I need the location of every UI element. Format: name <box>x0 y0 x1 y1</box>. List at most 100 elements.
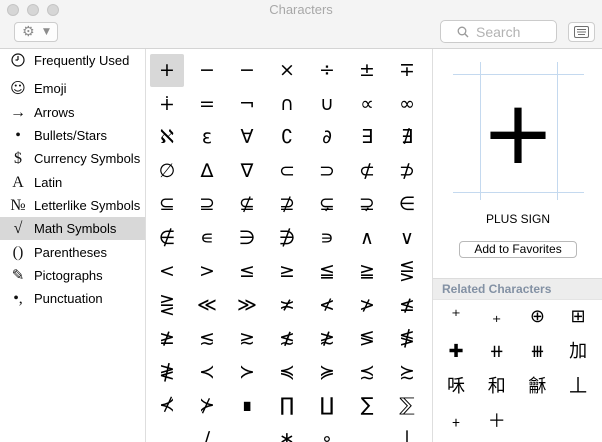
character-cell[interactable]: ∎ <box>230 389 264 422</box>
character-cell[interactable]: ∃ <box>350 121 384 154</box>
character-cell[interactable]: ≯ <box>350 289 384 322</box>
sidebar-item-letterlike-symbols[interactable]: № Letterlike Symbols <box>0 194 145 217</box>
character-cell[interactable]: ≸ <box>390 322 424 355</box>
related-character-cell[interactable]: ＋ <box>479 405 515 439</box>
character-cell[interactable]: < <box>150 255 184 288</box>
character-cell[interactable]: ⊅ <box>390 155 424 188</box>
character-cell[interactable]: ⊁ <box>190 389 224 422</box>
character-cell[interactable]: ≮ <box>310 289 344 322</box>
related-character-cell[interactable]: ₊ <box>479 300 515 334</box>
character-cell[interactable]: ⊂ <box>270 155 304 188</box>
character-cell[interactable]: ≥ <box>270 255 304 288</box>
character-cell[interactable]: + <box>150 54 184 87</box>
character-cell[interactable]: ≽ <box>310 356 344 389</box>
sidebar-item-arrows[interactable]: → Arrows <box>0 101 145 124</box>
related-character-cell[interactable]: 加 <box>560 335 596 369</box>
related-character-cell[interactable]: ﹢ <box>438 405 474 439</box>
sidebar-item-math-symbols[interactable]: √ Math Symbols <box>0 217 145 240</box>
character-cell[interactable]: ⊃ <box>310 155 344 188</box>
character-cell[interactable]: ⊈ <box>230 188 264 221</box>
character-cell[interactable]: ≵ <box>310 322 344 355</box>
character-cell[interactable]: − <box>190 54 224 87</box>
character-cell[interactable]: ⊋ <box>350 188 384 221</box>
related-character-cell[interactable]: 丄 <box>560 370 596 404</box>
character-cell[interactable]: ≲ <box>190 322 224 355</box>
related-character-cell[interactable]: ⧺ <box>479 335 515 369</box>
character-cell[interactable]: ≻ <box>230 356 264 389</box>
character-cell[interactable]: ∪ <box>310 88 344 121</box>
character-cell[interactable]: ε <box>190 121 224 154</box>
character-cell[interactable]: ∐ <box>310 389 344 422</box>
character-cell[interactable]: ∂ <box>310 121 344 154</box>
related-character-cell[interactable]: 咊 <box>438 370 474 404</box>
sidebar-item-bullets-stars[interactable]: • Bullets/Stars <box>0 124 145 147</box>
character-cell[interactable]: ± <box>350 54 384 87</box>
character-cell[interactable]: ∗ <box>270 423 304 442</box>
character-cell[interactable]: ∈ <box>390 188 424 221</box>
character-cell[interactable]: ∕ <box>190 423 224 442</box>
related-character-cell[interactable]: ⊞ <box>560 300 596 334</box>
related-character-cell[interactable]: 和 <box>479 370 515 404</box>
character-cell[interactable]: ∧ <box>350 222 384 255</box>
character-cell[interactable]: ∩ <box>270 88 304 121</box>
character-cell[interactable]: ¬ <box>230 88 264 121</box>
character-cell[interactable]: ≳ <box>230 322 264 355</box>
sidebar-item-punctuation[interactable]: •, Punctuation <box>0 287 145 310</box>
character-cell[interactable]: ≭ <box>270 289 304 322</box>
character-cell[interactable]: ∉ <box>150 222 184 255</box>
related-character-cell[interactable]: ⧻ <box>519 335 555 369</box>
sidebar-item-latin[interactable]: A Latin <box>0 171 145 194</box>
character-cell[interactable]: ÷ <box>310 54 344 87</box>
search-field[interactable] <box>440 20 557 43</box>
character-cell[interactable]: ⊇ <box>190 188 224 221</box>
character-cell[interactable]: ∋ <box>230 222 264 255</box>
character-cell[interactable]: ⊄ <box>350 155 384 188</box>
related-character-cell[interactable]: 龢 <box>519 370 555 404</box>
character-cell[interactable]: ∆ <box>190 155 224 188</box>
character-cell[interactable]: = <box>190 88 224 121</box>
character-cell[interactable]: ≶ <box>350 322 384 355</box>
character-cell[interactable]: ≾ <box>350 356 384 389</box>
character-cell[interactable]: ≺ <box>190 356 224 389</box>
character-cell[interactable]: ∏ <box>270 389 304 422</box>
character-cell[interactable]: ⊊ <box>310 188 344 221</box>
search-input[interactable] <box>476 23 552 40</box>
character-cell[interactable]: ⅀ <box>390 389 424 422</box>
character-cell[interactable]: × <box>270 54 304 87</box>
character-cell[interactable]: ∣ <box>390 423 424 442</box>
character-cell[interactable]: ∨ <box>390 222 424 255</box>
related-character-cell[interactable]: ✚ <box>438 335 474 369</box>
character-cell[interactable]: ∀ <box>230 121 264 154</box>
character-cell[interactable]: ≼ <box>270 356 304 389</box>
sidebar-item-pictographs[interactable]: ✎ Pictographs <box>0 264 145 287</box>
character-cell[interactable]: ≰ <box>390 289 424 322</box>
related-character-cell[interactable]: ⊕ <box>519 300 555 334</box>
character-cell[interactable]: ∝ <box>350 88 384 121</box>
sidebar-item-frequently-used[interactable]: Frequently Used <box>0 49 145 72</box>
character-cell[interactable]: − <box>230 54 264 87</box>
character-cell[interactable]: ∘ <box>310 423 344 442</box>
character-cell[interactable]: ∄ <box>390 121 424 154</box>
character-cell[interactable]: ∓ <box>390 54 424 87</box>
character-cell[interactable]: ≴ <box>270 322 304 355</box>
character-cell[interactable]: ≫ <box>230 289 264 322</box>
sidebar-item-currency-symbols[interactable]: $ Currency Symbols <box>0 147 145 170</box>
character-cell[interactable]: ⋛ <box>150 289 184 322</box>
action-menu-button[interactable]: ⚙ ▼ <box>14 22 58 42</box>
character-grid[interactable]: + − − × ÷ ± ∓ ∔ = ¬ ∩ ∪ ∝ ∞ ℵ ε ∀ ∁ ∂ ∃ ∄ ∅ ∆ ∇ ⊂ ⊃ ⊄ ⊅ ⊆ ⊇ ⊈ ⊉ ⊊ ⊋ ∈ ∉ ∊ ∋ ∌ ∍… <box>146 49 432 442</box>
add-to-favorites-button[interactable]: Add to Favorites <box>459 241 577 258</box>
character-cell[interactable]: ⋚ <box>390 255 424 288</box>
character-cell[interactable]: ≦ <box>310 255 344 288</box>
character-cell[interactable]: ∍ <box>310 222 344 255</box>
keyboard-viewer-button[interactable] <box>568 22 595 42</box>
sidebar-item-emoji[interactable]: ☺ Emoji <box>0 77 145 100</box>
character-cell[interactable]: ≧ <box>350 255 384 288</box>
character-cell[interactable]: ⊆ <box>150 188 184 221</box>
character-cell[interactable]: ∇ <box>230 155 264 188</box>
character-cell[interactable]: ∑ <box>350 389 384 422</box>
character-cell[interactable]: ⊉ <box>270 188 304 221</box>
character-cell[interactable]: ≿ <box>390 356 424 389</box>
character-cell[interactable]: ∁ <box>270 121 304 154</box>
character-cell[interactable]: ∞ <box>390 88 424 121</box>
related-character-cell[interactable]: ⁺ <box>438 300 474 334</box>
